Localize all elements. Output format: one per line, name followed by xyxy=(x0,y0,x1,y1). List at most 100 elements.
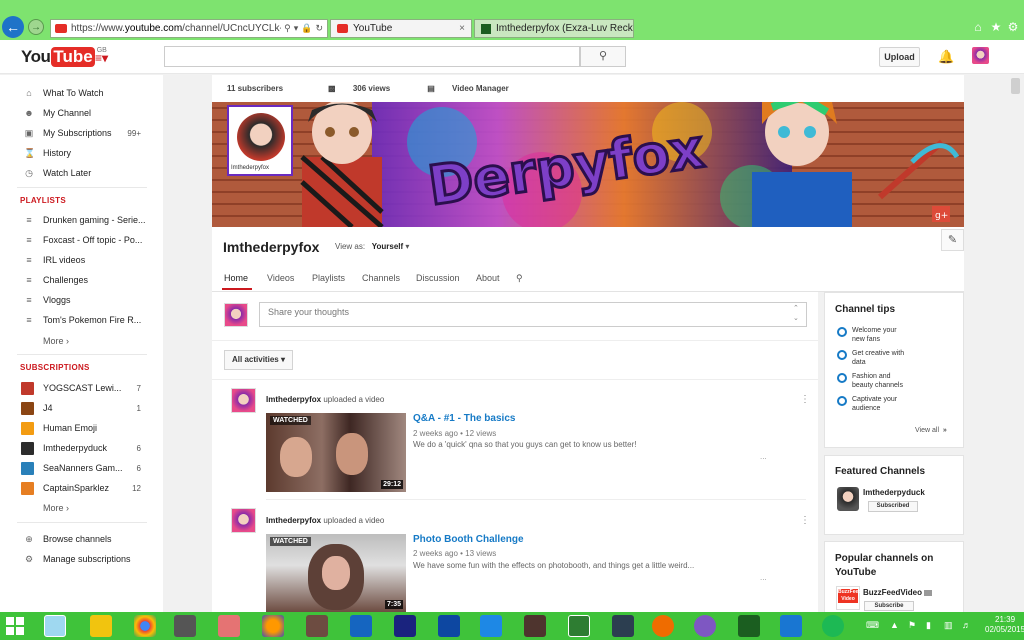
tab-playlists[interactable]: Playlists xyxy=(312,273,345,283)
back-button[interactable]: ← xyxy=(2,16,24,38)
avatar[interactable] xyxy=(972,47,989,64)
share-thoughts-input[interactable]: Share your thoughts xyxy=(259,302,807,327)
tab-youtube[interactable]: YouTube × xyxy=(330,19,472,38)
tab-channels[interactable]: Channels xyxy=(362,273,400,283)
sidebar-item-my-subscriptions[interactable]: ▣ My Subscriptions 99+ xyxy=(0,123,163,143)
search-icon[interactable]: ⚲ xyxy=(516,273,523,284)
tab-discussion[interactable]: Discussion xyxy=(416,273,460,283)
scroll-arrows-icon[interactable]: ⌃ ⌄ xyxy=(793,304,799,324)
app-icon[interactable] xyxy=(652,615,674,637)
minecraft-icon[interactable] xyxy=(306,615,328,637)
file-explorer-icon[interactable] xyxy=(90,615,112,637)
dropdown-icon[interactable]: ▾ xyxy=(294,23,299,34)
more-options-icon[interactable]: ⋮ xyxy=(800,394,810,405)
subscription-item[interactable]: J4 1 xyxy=(0,398,163,418)
subscribe-button[interactable]: Subscribe xyxy=(864,601,914,611)
app-icon[interactable] xyxy=(394,615,416,637)
store-icon[interactable] xyxy=(568,615,590,637)
browse-channels-link[interactable]: ⊕ Browse channels xyxy=(0,529,163,549)
paint-icon[interactable] xyxy=(218,615,240,637)
playlists-heading[interactable]: PLAYLISTS xyxy=(20,196,66,205)
video-thumbnail[interactable]: WATCHED 29:12 xyxy=(266,413,406,492)
gear-icon[interactable]: ⚙ xyxy=(1006,20,1020,34)
guide-menu-icon[interactable]: ≡▾ xyxy=(95,51,108,65)
bell-icon[interactable]: 🔔 xyxy=(938,49,954,65)
tab-about[interactable]: About xyxy=(476,273,500,283)
playlist-item[interactable]: ≡ Foxcast - Off topic - Po... xyxy=(0,230,163,250)
keyboard-icon[interactable]: ⌨ xyxy=(866,620,879,631)
search-input[interactable] xyxy=(164,46,580,67)
network-icon[interactable]: ▥ xyxy=(944,620,953,631)
star-icon[interactable]: ★ xyxy=(989,20,1003,34)
video-manager-link[interactable]: ▤ Video Manager xyxy=(412,84,509,93)
view-all-link[interactable]: View all » xyxy=(915,427,947,434)
firefox-icon[interactable] xyxy=(262,615,284,637)
channel-tip[interactable]: Fashion and beauty channels xyxy=(837,372,903,390)
app-icon[interactable] xyxy=(612,615,634,637)
subscription-item[interactable]: CaptainSparklez 12 xyxy=(0,478,163,498)
battery-icon[interactable]: ▮ xyxy=(926,620,931,631)
search-button[interactable]: ⚲ xyxy=(580,46,626,67)
app-icon[interactable] xyxy=(694,615,716,637)
refresh-icon[interactable]: ↻ xyxy=(315,23,323,34)
sidebar-item-watch-later[interactable]: ◷ Watch Later xyxy=(0,163,163,183)
playlist-item[interactable]: ≡ Vloggs xyxy=(0,290,163,310)
playlist-item[interactable]: ≡ IRL videos xyxy=(0,250,163,270)
manage-subscriptions-link[interactable]: ⚙ Manage subscriptions xyxy=(0,549,163,569)
app-icon[interactable] xyxy=(438,615,460,637)
avatar[interactable] xyxy=(231,388,256,413)
activity-filter-dropdown[interactable]: All activities ▾ xyxy=(224,350,293,370)
forward-button[interactable]: → xyxy=(28,19,44,35)
home-icon[interactable]: ⌂ xyxy=(971,20,985,34)
channel-avatar[interactable] xyxy=(837,487,859,511)
subscription-item[interactable]: SeaNanners Gam... 6 xyxy=(0,458,163,478)
taskbar-clock[interactable]: 21:39 02/05/2015 xyxy=(985,615,1024,635)
subscription-item[interactable]: Human Emoji xyxy=(0,418,163,438)
scrollbar-thumb[interactable] xyxy=(1011,78,1020,94)
app-icon[interactable] xyxy=(780,615,802,637)
playlist-item[interactable]: ≡ Drunken gaming - Serie... xyxy=(0,210,163,230)
youtube-logo[interactable]: You Tube GB xyxy=(21,47,107,67)
spotify-icon[interactable] xyxy=(822,615,844,637)
sidebar-item-history[interactable]: ⌛ History xyxy=(0,143,163,163)
edit-pencil-icon[interactable]: ✎ xyxy=(941,229,964,251)
address-bar[interactable]: https://www.youtube.com/channel/UCncUYCL… xyxy=(50,19,328,38)
subscriptions-more-link[interactable]: More › xyxy=(43,503,69,513)
internet-explorer-icon[interactable] xyxy=(44,615,66,637)
volume-icon[interactable]: ♬ xyxy=(962,620,971,630)
sidebar-item-what-to-watch[interactable]: ⌂ What To Watch xyxy=(0,83,163,103)
playlist-item[interactable]: ≡ Tom's Pokemon Fire R... xyxy=(0,310,163,330)
playlist-item[interactable]: ≡ Challenges xyxy=(0,270,163,290)
channel-tip[interactable]: Captivate your audience xyxy=(837,395,897,413)
page-scrollbar[interactable] xyxy=(1007,75,1024,612)
channel-profile-picture[interactable]: Imthederpyfox xyxy=(227,105,293,176)
tab-videos[interactable]: Videos xyxy=(267,273,294,283)
subscription-item[interactable]: Imthederpyduck 6 xyxy=(0,438,163,458)
post-author[interactable]: Imthederpyfox xyxy=(266,395,321,404)
playlists-more-link[interactable]: More › xyxy=(43,336,69,346)
subscriptions-heading[interactable]: SUBSCRIPTIONS xyxy=(20,363,90,372)
tray-arrow-icon[interactable]: ▲ xyxy=(890,620,899,630)
more-icon[interactable]: ... xyxy=(760,452,767,461)
video-title[interactable]: Q&A - #1 - The basics xyxy=(413,413,515,424)
tab-imthederpyfox[interactable]: Imthederpyfox (Exza-Luv Reckl... xyxy=(474,19,634,38)
channel-tip[interactable]: Welcome your new fans xyxy=(837,326,897,344)
channel-tip[interactable]: Get creative with data xyxy=(837,349,904,367)
video-title[interactable]: Photo Booth Challenge xyxy=(413,534,524,545)
close-tab-icon[interactable]: × xyxy=(459,23,465,34)
upload-button[interactable]: Upload xyxy=(879,47,920,67)
chrome-icon[interactable] xyxy=(134,615,156,637)
subscribed-button[interactable]: Subscribed xyxy=(868,501,918,512)
app-icon[interactable] xyxy=(524,615,546,637)
app-icon[interactable] xyxy=(738,615,760,637)
lock-icon[interactable]: 🔒 xyxy=(301,23,312,34)
avatar[interactable] xyxy=(231,508,256,533)
post-author[interactable]: Imthederpyfox xyxy=(266,516,321,525)
view-as-selector[interactable]: View as: Yourself ▾ xyxy=(335,242,409,251)
subscription-item[interactable]: YOGSCAST Lewi... 7 xyxy=(0,378,163,398)
app-icon[interactable] xyxy=(350,615,372,637)
video-thumbnail[interactable]: WATCHED 7:35 xyxy=(266,534,406,612)
featured-channel-name[interactable]: Imthederpyduck xyxy=(863,488,925,497)
popular-channel-name[interactable]: BuzzFeedVideo xyxy=(863,588,933,597)
more-icon[interactable]: ... xyxy=(760,573,767,582)
